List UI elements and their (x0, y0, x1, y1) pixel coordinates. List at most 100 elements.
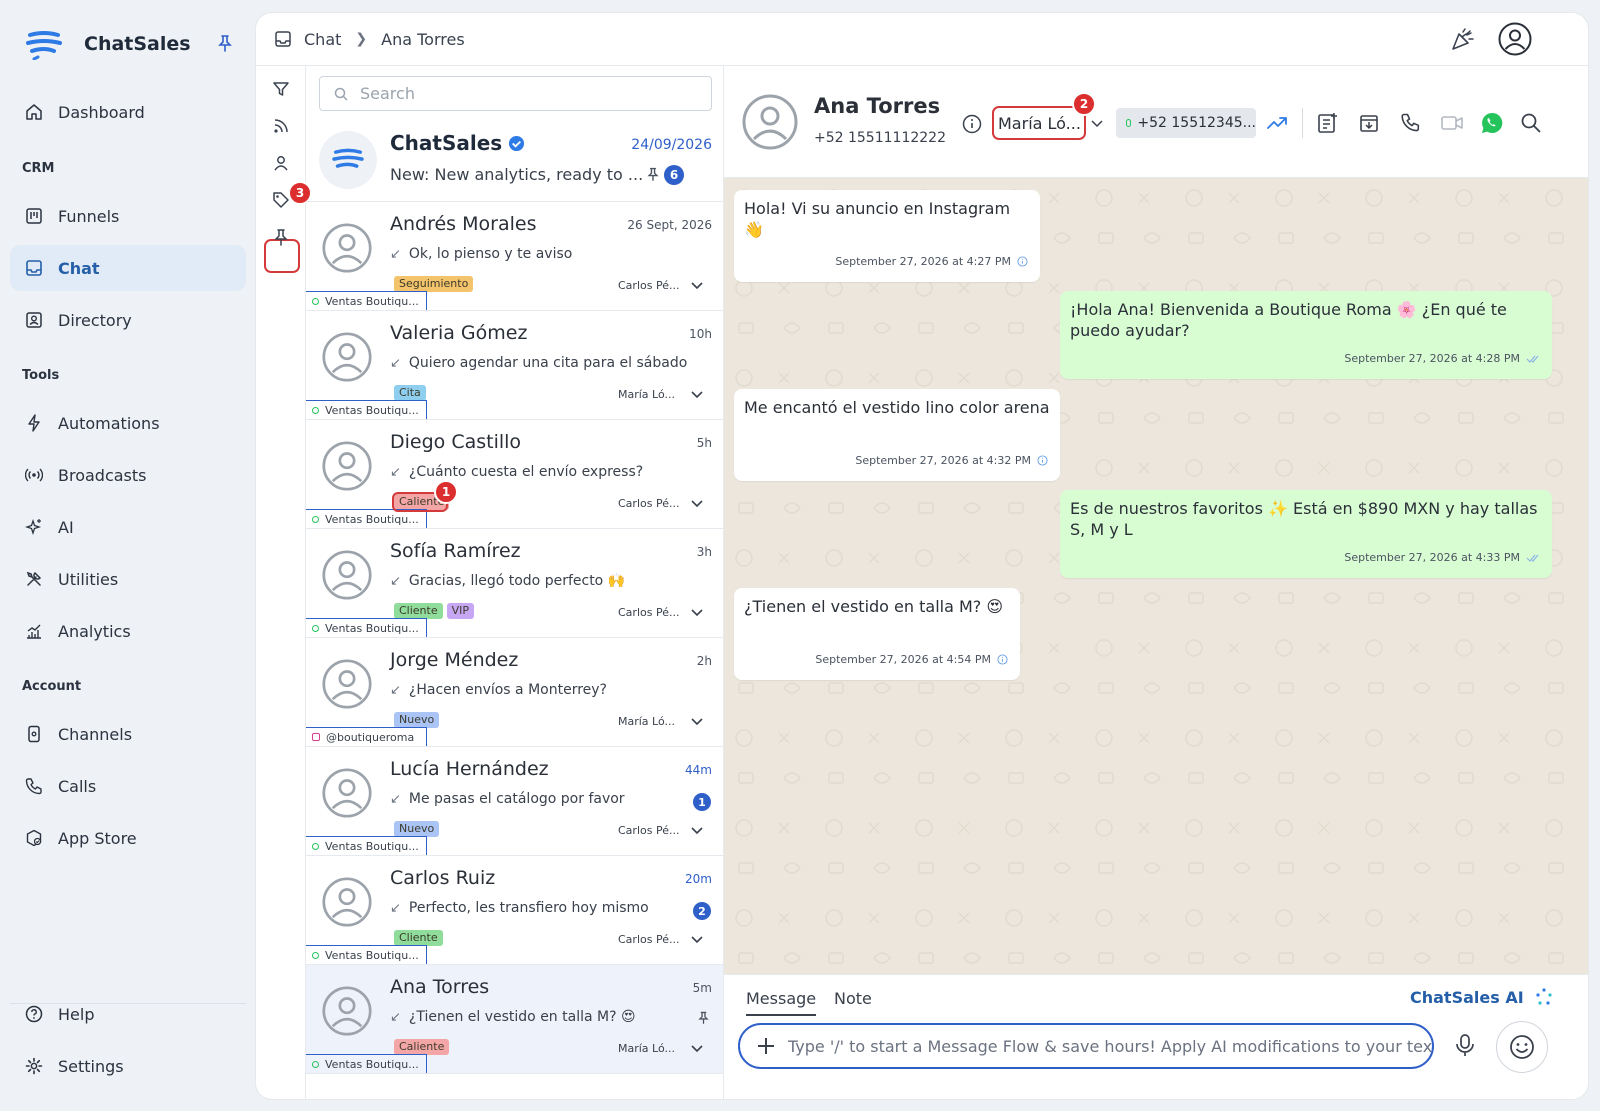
conversation-row[interactable]: Diego Castillo 5h ↙ ¿Cuánto cuesta el env… (306, 420, 723, 529)
chevron-down-icon[interactable] (690, 823, 704, 837)
phone-call-icon[interactable] (1400, 112, 1422, 134)
nav-label: AI (58, 517, 74, 537)
conversation-tag[interactable]: Caliente (394, 1039, 450, 1055)
pin-icon[interactable] (270, 226, 292, 248)
incoming-message[interactable]: Me encantó el vestido lino color arena S… (734, 389, 1060, 481)
chevron-down-icon[interactable] (1090, 116, 1104, 130)
person-icon[interactable] (270, 152, 292, 174)
breadcrumb-current: Ana Torres (381, 29, 465, 49)
incoming-arrow-icon: ↙ (390, 791, 401, 807)
chevron-down-icon[interactable] (690, 387, 704, 401)
outgoing-message[interactable]: Es de nuestros favoritos ✨ Está en $890 … (1060, 490, 1552, 578)
whatsapp-dot-icon (312, 1060, 319, 1068)
plus-icon[interactable] (756, 1036, 776, 1056)
nav-settings[interactable]: Settings (10, 1043, 246, 1089)
nav-label: Channels (58, 724, 133, 744)
video-call-icon[interactable] (1440, 112, 1464, 134)
conversation-tag[interactable]: Seguimiento (394, 276, 474, 292)
nav-app-store[interactable]: App Store (10, 815, 246, 861)
nav-analytics[interactable]: Analytics (10, 608, 246, 654)
conversation-preview: ↙ ¿Tienen el vestido en talla M? 😍 (390, 1009, 636, 1025)
sidebar: ChatSales Dashboard CRM Funnels Chat Dir… (0, 0, 256, 1111)
divider (1302, 108, 1303, 138)
nav-chat[interactable]: Chat (10, 245, 246, 291)
conversation-tag[interactable]: Cita (394, 385, 426, 401)
contact-avatar-icon[interactable] (742, 94, 798, 150)
tab-note[interactable]: Note (834, 989, 872, 1008)
conversation-date: 24/09/2026 (631, 137, 712, 153)
brand[interactable]: ChatSales (24, 28, 191, 60)
nav-dashboard[interactable]: Dashboard (10, 89, 246, 135)
outgoing-message[interactable]: ¡Hola Ana! Bienvenida a Boutique Roma 🌸 … (1060, 291, 1552, 379)
nav-calls[interactable]: Calls (10, 763, 246, 809)
conversation-time: 5m (692, 981, 712, 995)
conversation-row[interactable]: Lucía Hernández 44m ↙ Me pasas el catálog… (306, 747, 723, 856)
chevron-down-icon[interactable] (690, 496, 704, 510)
chatsales-ai-button[interactable]: ChatSales AI (1410, 987, 1554, 1007)
conversation-row[interactable]: Jorge Méndez 2h ↙ ¿Hacen envíos a Monterr… (306, 638, 723, 747)
home-icon (24, 102, 44, 122)
nav-utilities[interactable]: Utilities (10, 556, 246, 602)
search-icon[interactable] (1520, 112, 1542, 134)
nav-label: Dashboard (58, 102, 145, 122)
search-input[interactable]: Search (319, 76, 712, 111)
avatar-icon (322, 877, 372, 927)
message-input[interactable]: Type '/' to start a Message Flow & save … (738, 1023, 1434, 1069)
conversation-tag[interactable]: Nuevo (394, 712, 440, 728)
conversation-row[interactable]: Andrés Morales 26 Sept, 2026 ↙ Ok, lo pie… (306, 202, 723, 311)
whatsapp-icon[interactable] (1480, 111, 1504, 135)
conversation-row[interactable]: Carlos Ruiz 20m ↙ Perfecto, les transfier… (306, 856, 723, 965)
nav-ai[interactable]: AI (10, 504, 246, 550)
message-text: ¿Tienen el vestido en talla M? 😍 (744, 597, 1004, 616)
info-icon[interactable] (962, 114, 982, 134)
conversation-row[interactable]: Sofía Ramírez 3h ↙ Gracias, llegó todo pe… (306, 529, 723, 638)
filter-icon[interactable] (270, 78, 292, 100)
conversation-tag[interactable]: Cliente (394, 930, 443, 946)
conversation-tag[interactable]: Cliente (394, 603, 443, 619)
chevron-down-icon[interactable] (690, 278, 704, 292)
incoming-message[interactable]: Hola! Vi su anuncio en Instagram 👋 Septe… (734, 190, 1040, 282)
chevron-down-icon[interactable] (690, 1041, 704, 1055)
nav-label: Funnels (58, 206, 120, 226)
user-account-icon[interactable] (1498, 22, 1532, 56)
pinned-conversation[interactable]: ChatSales 24/09/2026 New: New analytics,… (306, 119, 723, 202)
archive-download-icon[interactable] (1358, 112, 1380, 134)
pin-icon[interactable] (216, 34, 234, 52)
trending-up-icon[interactable] (1266, 112, 1288, 134)
info-icon[interactable] (1017, 256, 1028, 267)
nav-label: Analytics (58, 621, 131, 641)
emoji-button[interactable] (1496, 1021, 1548, 1073)
nav-label: Utilities (58, 569, 119, 589)
nav-broadcasts[interactable]: Broadcasts (10, 452, 246, 498)
nav-automations[interactable]: Automations (10, 400, 246, 446)
rss-icon[interactable] (270, 115, 292, 137)
chevron-down-icon[interactable] (690, 714, 704, 728)
tab-message[interactable]: Message (746, 989, 817, 1016)
party-popper-icon[interactable] (1450, 26, 1476, 52)
nav-directory[interactable]: Directory (10, 297, 246, 343)
message-time: September 27, 2026 at 4:32 PM (855, 454, 1031, 467)
nav-label: App Store (58, 828, 137, 848)
info-icon[interactable] (997, 654, 1008, 665)
incoming-message[interactable]: ¿Tienen el vestido en talla M? 😍 Septemb… (734, 588, 1020, 680)
nav-help[interactable]: Help (10, 991, 246, 1037)
channel-name: Ventas Boutiqu... (325, 403, 419, 417)
chevron-down-icon[interactable] (690, 605, 704, 619)
conversation-tag[interactable]: Nuevo (394, 821, 440, 837)
microphone-icon[interactable] (1454, 1033, 1476, 1057)
conversation-preview: ↙ Quiero agendar una cita para el sábado (390, 355, 687, 371)
gear-icon (24, 1056, 44, 1076)
nav-funnels[interactable]: Funnels (10, 193, 246, 239)
assignee-select[interactable]: María Ló... (992, 106, 1086, 140)
whatsapp-dot-icon (312, 842, 319, 850)
info-icon[interactable] (1037, 455, 1048, 466)
breadcrumb-root[interactable]: Chat (304, 30, 341, 49)
conversation-row[interactable]: Valeria Gómez 10h ↙ Quiero agendar una ci… (306, 311, 723, 420)
filter-rail: 3 (256, 66, 312, 1099)
conversation-tag[interactable]: VIP (446, 603, 475, 619)
channel-number-select[interactable]: +52 15512345... (1116, 108, 1256, 138)
note-add-icon[interactable] (1316, 112, 1338, 134)
chevron-down-icon[interactable] (690, 932, 704, 946)
nav-channels[interactable]: Channels (10, 711, 246, 757)
conversation-row[interactable]: Ana Torres 5m ↙ ¿Tienen el vestido en tal… (306, 965, 723, 1074)
